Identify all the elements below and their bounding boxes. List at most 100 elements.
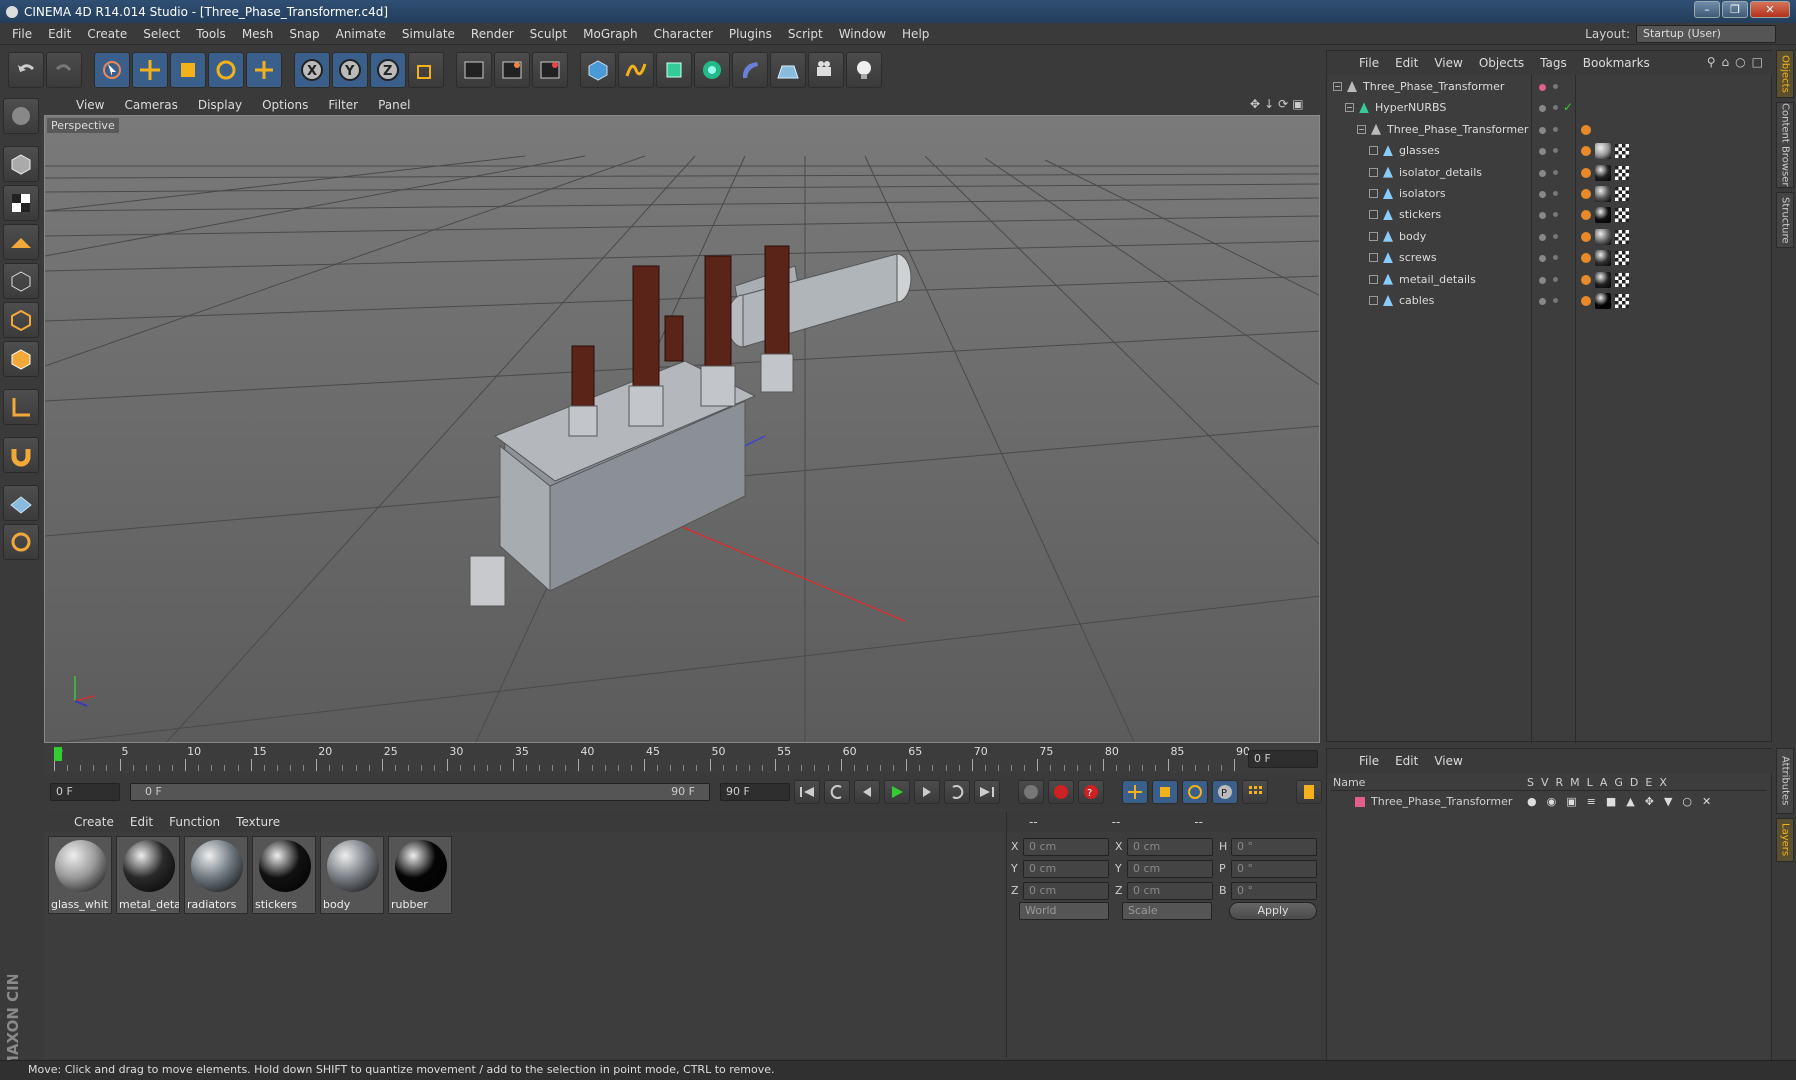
layer-col-a[interactable]: A: [1600, 776, 1608, 789]
layer-col-m[interactable]: M: [1570, 776, 1580, 789]
object-row[interactable]: isolator_details: [1327, 163, 1773, 184]
apply-button[interactable]: Apply: [1229, 902, 1317, 920]
tab-layers[interactable]: Layers: [1776, 818, 1794, 862]
menu-snap[interactable]: Snap: [281, 27, 327, 41]
redo-button[interactable]: [46, 52, 82, 88]
object-row[interactable]: body: [1327, 227, 1773, 248]
material-menu-texture[interactable]: Texture: [228, 815, 288, 829]
menu-simulate[interactable]: Simulate: [394, 27, 463, 41]
phong-tag-icon[interactable]: [1581, 124, 1591, 135]
minimize-button[interactable]: –: [1694, 1, 1720, 18]
start-frame-field[interactable]: 0 F: [50, 783, 120, 801]
coord-rot-field[interactable]: 0 °: [1231, 882, 1317, 900]
y-axis-lock-icon[interactable]: Y: [332, 52, 368, 88]
nurbs-icon[interactable]: [656, 52, 692, 88]
transform-tool-icon[interactable]: [246, 52, 282, 88]
tree-toggle-icon[interactable]: −: [1357, 124, 1366, 134]
layer-menu-edit[interactable]: Edit: [1387, 754, 1426, 768]
tab-objects[interactable]: Objects: [1776, 50, 1794, 98]
camera-icon[interactable]: [808, 52, 844, 88]
timeline-layout-icon[interactable]: [1296, 780, 1322, 804]
tree-toggle-icon[interactable]: [1369, 253, 1378, 263]
material-tag-icon[interactable]: [1595, 207, 1611, 224]
timeline-ruler[interactable]: 051015202530354045505560657075808590 0 F: [44, 745, 1320, 773]
key-rotation-icon[interactable]: [1182, 780, 1208, 804]
autokeying-icon[interactable]: [1048, 780, 1074, 804]
model-mode-icon[interactable]: [3, 146, 39, 182]
search-icon[interactable]: ⚲: [1707, 55, 1716, 69]
visibility-dot-icon[interactable]: [1539, 191, 1546, 198]
object-row[interactable]: stickers: [1327, 205, 1773, 226]
record-keys-icon[interactable]: [1018, 780, 1044, 804]
layer-row[interactable]: Three_Phase_Transformer ● ◉ ▣ ≡ ■ ▲ ✥ ▼ ○ ✕: [1331, 793, 1767, 811]
next-key-icon[interactable]: [944, 780, 970, 804]
locked-workplane-icon[interactable]: [3, 524, 39, 560]
rotate-tool-icon[interactable]: [208, 52, 244, 88]
object-row[interactable]: glasses: [1327, 141, 1773, 162]
render-dot-icon[interactable]: [1553, 126, 1558, 132]
workplane-lock-icon[interactable]: [3, 485, 39, 521]
deformer-icon[interactable]: [732, 52, 768, 88]
layer-anim-icon[interactable]: ▲: [1626, 795, 1634, 808]
material-tag-icon[interactable]: [1595, 271, 1611, 288]
texture-tag-icon[interactable]: [1615, 272, 1629, 287]
tree-toggle-icon[interactable]: [1369, 296, 1378, 305]
tree-toggle-icon[interactable]: −: [1333, 82, 1342, 91]
tree-toggle-icon[interactable]: [1369, 274, 1378, 284]
object-menu-view[interactable]: View: [1426, 56, 1470, 70]
texture-tag-icon[interactable]: [1615, 165, 1629, 180]
move-tool-icon[interactable]: [132, 52, 168, 88]
rotate-view-icon[interactable]: ⟳: [1278, 97, 1288, 111]
enabled-check-icon[interactable]: ✓: [1563, 100, 1573, 114]
layer-col-x[interactable]: X: [1659, 776, 1667, 789]
axis-mode-icon[interactable]: [3, 389, 39, 425]
points-mode-icon[interactable]: [3, 263, 39, 299]
key-scale-icon[interactable]: [1152, 780, 1178, 804]
object-row[interactable]: cables: [1327, 291, 1773, 312]
material-swatch[interactable]: stickers: [252, 836, 316, 914]
layer-visible-icon[interactable]: ◉: [1547, 795, 1557, 808]
menu-render[interactable]: Render: [463, 27, 522, 41]
layer-menu-view[interactable]: View: [1426, 754, 1470, 768]
menu-sculpt[interactable]: Sculpt: [522, 27, 575, 41]
live-selection-icon[interactable]: [94, 52, 130, 88]
layout-dropdown[interactable]: Startup (User): [1636, 25, 1776, 43]
material-menu-function[interactable]: Function: [161, 815, 228, 829]
object-row[interactable]: − Three_Phase_Transformer: [1327, 77, 1773, 98]
render-dot-icon[interactable]: [1553, 191, 1558, 196]
layer-col-e[interactable]: E: [1645, 776, 1652, 789]
render-dot-icon[interactable]: [1553, 255, 1558, 261]
keyframe-selection-icon[interactable]: ?: [1078, 780, 1104, 804]
layer-col-g[interactable]: G: [1614, 776, 1623, 789]
visibility-dot-icon[interactable]: [1539, 84, 1546, 91]
polygons-mode-icon[interactable]: [3, 341, 39, 377]
visibility-dot-icon[interactable]: [1539, 276, 1546, 284]
layer-solo-icon[interactable]: ●: [1527, 795, 1537, 808]
material-swatch[interactable]: metal_deta: [116, 836, 180, 914]
layer-render-icon[interactable]: ▣: [1566, 795, 1576, 808]
phong-tag-icon[interactable]: [1581, 274, 1591, 285]
scale-dropdown[interactable]: Scale: [1122, 902, 1212, 920]
edges-mode-icon[interactable]: [3, 302, 39, 338]
tab-content-browser[interactable]: Content Browser: [1776, 102, 1794, 188]
previous-key-icon[interactable]: [824, 780, 850, 804]
light-icon[interactable]: [846, 52, 882, 88]
coord-pos-field[interactable]: 0 cm: [1023, 860, 1109, 878]
phong-tag-icon[interactable]: [1581, 210, 1591, 221]
material-swatch[interactable]: body: [320, 836, 384, 914]
material-tag-icon[interactable]: [1595, 293, 1611, 309]
layer-col-l[interactable]: L: [1587, 776, 1593, 789]
undo-button[interactable]: [8, 52, 44, 88]
menu-window[interactable]: Window: [831, 27, 894, 41]
visibility-dot-icon[interactable]: [1539, 169, 1546, 177]
maximize-view-icon[interactable]: ▣: [1292, 97, 1303, 111]
object-menu-bookmarks[interactable]: Bookmarks: [1575, 56, 1658, 70]
playhead[interactable]: [54, 747, 62, 761]
menu-edit[interactable]: Edit: [40, 27, 79, 41]
coord-rot-field[interactable]: 0 °: [1231, 838, 1317, 856]
visibility-dot-icon[interactable]: [1539, 212, 1546, 220]
object-row[interactable]: − HyperNURBS ✓: [1327, 98, 1773, 119]
tree-toggle-icon[interactable]: [1369, 210, 1378, 220]
menu-character[interactable]: Character: [646, 27, 721, 41]
material-swatch[interactable]: glass_whit: [48, 836, 112, 914]
